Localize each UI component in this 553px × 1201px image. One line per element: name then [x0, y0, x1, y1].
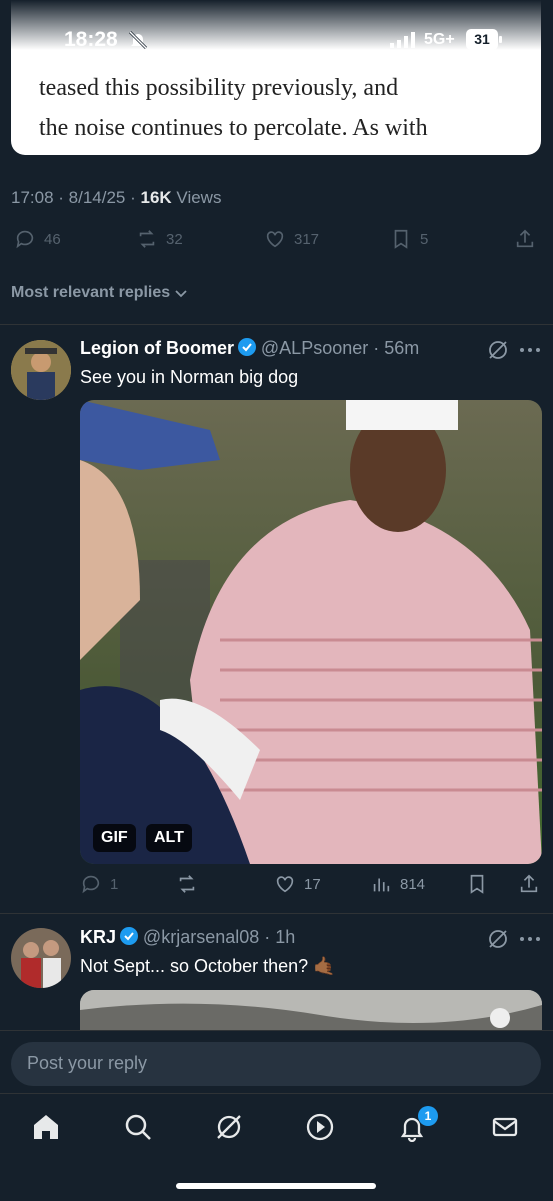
- replies-sort-label: Most relevant replies: [11, 284, 171, 301]
- repost-icon: [139, 230, 155, 248]
- mail-icon: [492, 1117, 518, 1137]
- post-bookmark-button[interactable]: 5: [390, 228, 428, 250]
- post-like-button[interactable]: 317: [264, 228, 319, 250]
- repost-icon: [179, 875, 195, 893]
- grok-icon[interactable]: [487, 339, 509, 361]
- gif-badge: GIF: [93, 824, 136, 852]
- bell-off-icon: [128, 30, 148, 50]
- play-icon: [306, 1113, 334, 1141]
- battery-level: 31: [474, 31, 490, 47]
- post-share-button[interactable]: [514, 228, 536, 250]
- article-line-1: teased this possibility previously, and: [39, 75, 399, 101]
- post-repost-count: 32: [166, 230, 183, 248]
- post-like-count: 317: [294, 230, 320, 248]
- bookmark-icon: [394, 229, 408, 249]
- views-count: 16K: [140, 188, 172, 207]
- alt-badge[interactable]: ALT: [146, 824, 192, 852]
- quoted-article-card[interactable]: teased this possibility previously, and …: [11, 0, 541, 155]
- verified-badge-icon: [120, 927, 139, 945]
- post-bookmark-count: 5: [420, 230, 429, 248]
- post-meta: 17:08 · 8/14/25 · 16K Views: [11, 188, 222, 207]
- reply-share-button[interactable]: [518, 873, 540, 895]
- avatar[interactable]: [11, 340, 71, 400]
- reply-icon: [16, 230, 34, 249]
- reply-age: 1h: [275, 927, 296, 947]
- grok-icon[interactable]: [487, 928, 509, 950]
- reply-age: 56m: [384, 338, 420, 358]
- home-indicator: [176, 1183, 376, 1189]
- reply-text: Not Sept... so October then? 🤙🏾: [80, 956, 336, 976]
- reply-author-name[interactable]: KRJ: [80, 927, 116, 947]
- avatar-image: [11, 340, 71, 400]
- notifications-badge: 1: [418, 1106, 438, 1126]
- more-icon[interactable]: [518, 929, 542, 949]
- network-type: 5G+: [424, 31, 455, 48]
- tab-search[interactable]: [123, 1112, 153, 1142]
- share-icon: [520, 874, 538, 893]
- reply-placeholder: Post your reply: [27, 1053, 148, 1073]
- avatar-image: [11, 928, 71, 988]
- home-icon: [34, 1115, 58, 1139]
- tab-home[interactable]: [31, 1112, 61, 1142]
- views-label: Views: [176, 188, 222, 207]
- avatar[interactable]: [11, 928, 71, 988]
- signal-icon: [390, 32, 415, 48]
- search-icon: [125, 1114, 151, 1140]
- reply-reply-count: 1: [110, 875, 119, 893]
- post-time: 17:08: [11, 188, 54, 207]
- reply-repost-button[interactable]: [176, 873, 198, 895]
- divider: [0, 324, 553, 325]
- chevron-down-icon: [175, 290, 187, 298]
- gif-media[interactable]: [80, 400, 542, 864]
- reply-author-handle[interactable]: @krjarsenal08: [143, 927, 259, 947]
- reply-action-row: 1 17 814: [0, 873, 553, 901]
- post-repost-button[interactable]: 32: [136, 228, 183, 250]
- reply-author-handle[interactable]: @ALPsooner: [261, 338, 368, 358]
- gif-image: [80, 400, 542, 864]
- grok-icon: [217, 1115, 241, 1139]
- post-action-row: 46 32 317 5: [0, 228, 553, 256]
- reply-bookmark-button[interactable]: [466, 873, 488, 895]
- reply-input[interactable]: Post your reply: [11, 1042, 541, 1086]
- article-line-2: the noise continues to percolate. As wit…: [39, 115, 428, 141]
- share-icon: [516, 229, 534, 248]
- reply-header: KRJ @krjarsenal08 · 1h: [80, 927, 296, 947]
- views-icon: [373, 878, 390, 892]
- like-icon: [266, 231, 284, 248]
- reply-icon: [82, 875, 100, 894]
- bookmark-icon: [470, 874, 484, 894]
- verified-badge-icon: [238, 338, 257, 356]
- post-reply-button[interactable]: 46: [14, 228, 61, 250]
- reply-header: Legion of Boomer @ALPsooner · 56m: [80, 338, 420, 358]
- status-time: 18:28: [64, 28, 118, 51]
- post-reply-count: 46: [44, 230, 61, 248]
- reply-text: See you in Norman big dog: [80, 367, 299, 387]
- reply-like-count: 17: [304, 875, 321, 893]
- article-text: teased this possibility previously, and …: [39, 68, 529, 148]
- reply-views-button[interactable]: 814: [370, 873, 425, 895]
- tab-video[interactable]: [305, 1112, 335, 1142]
- post-date: 8/14/25: [68, 188, 126, 207]
- tab-grok[interactable]: [214, 1112, 244, 1142]
- divider: [0, 913, 553, 914]
- reply-author-name[interactable]: Legion of Boomer: [80, 338, 234, 358]
- reply-like-button[interactable]: 17: [274, 873, 321, 895]
- reply-reply-button[interactable]: 1: [80, 873, 118, 895]
- media-image: [80, 990, 542, 1030]
- replies-sort-dropdown[interactable]: Most relevant replies: [11, 284, 188, 302]
- reply-views-count: 814: [400, 875, 426, 893]
- tab-messages[interactable]: [490, 1112, 520, 1142]
- reply-media[interactable]: [80, 990, 542, 1030]
- more-icon[interactable]: [518, 340, 542, 360]
- like-icon: [276, 876, 294, 893]
